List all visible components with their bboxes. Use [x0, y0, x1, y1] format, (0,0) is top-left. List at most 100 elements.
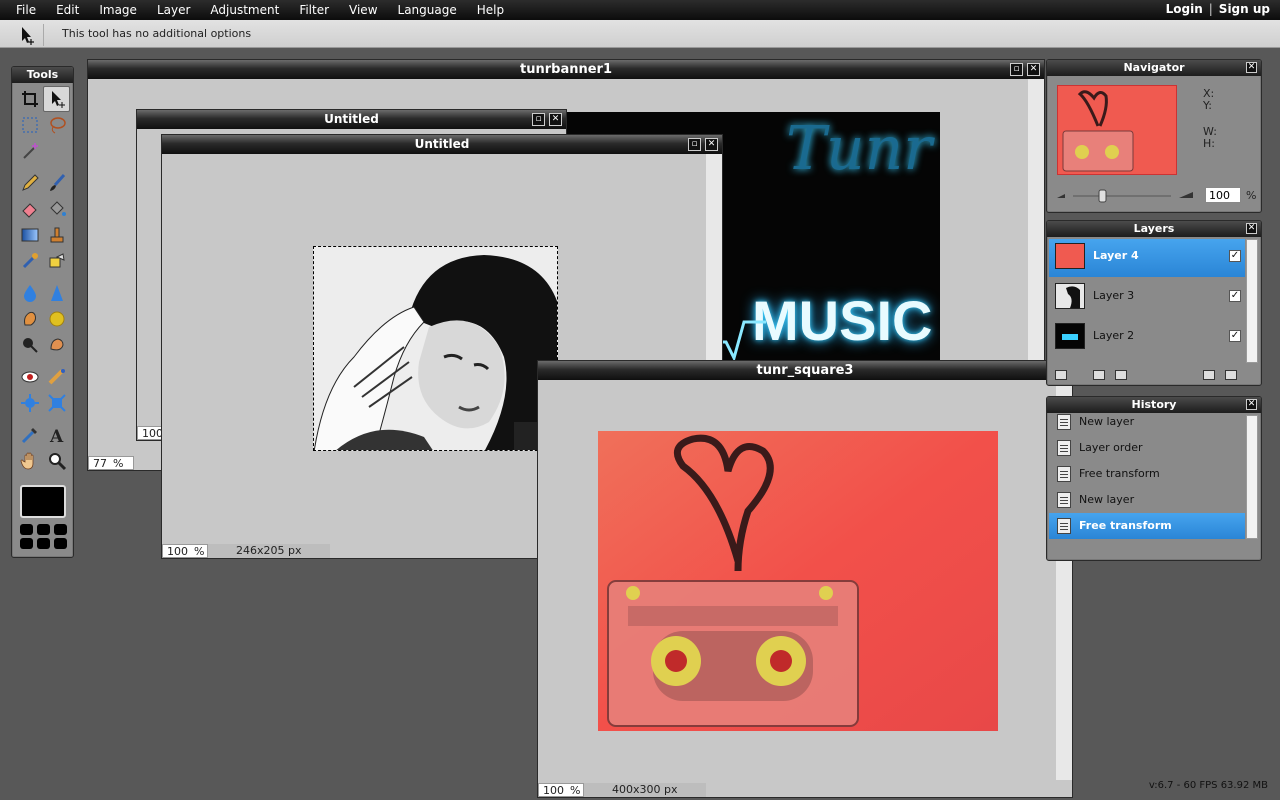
tool-options-bar: This tool has no additional options: [0, 20, 1280, 48]
preset-swatch[interactable]: [54, 524, 67, 535]
foreground-color-swatch[interactable]: [20, 485, 66, 518]
magic-wand-tool-icon[interactable]: [16, 138, 43, 164]
history-step-icon: [1057, 518, 1071, 534]
login-link[interactable]: Login: [1166, 2, 1203, 16]
brush-tool-icon[interactable]: [43, 170, 70, 196]
gradient-tool-icon[interactable]: [16, 222, 43, 248]
layer-settings-icon[interactable]: [1115, 370, 1127, 380]
menu-layer[interactable]: Layer: [147, 3, 200, 17]
smudge-tool-icon[interactable]: [16, 306, 43, 332]
menu-edit[interactable]: Edit: [46, 3, 89, 17]
menu-filter[interactable]: Filter: [289, 3, 339, 17]
history-item[interactable]: Free transform: [1049, 461, 1245, 487]
color-replace-tool-icon[interactable]: [16, 248, 43, 274]
history-scrollbar[interactable]: [1246, 415, 1258, 539]
color-picker-tool-icon[interactable]: [16, 422, 43, 448]
menu-language[interactable]: Language: [388, 3, 467, 17]
preset-swatch[interactable]: [37, 524, 50, 535]
delete-layer-icon[interactable]: [1225, 370, 1237, 380]
layer-row[interactable]: Layer 2 ✓: [1049, 319, 1245, 357]
history-step-icon: [1057, 440, 1071, 456]
document-window-square[interactable]: tunr_square3 ▫ 100% 400x300 px: [537, 360, 1073, 798]
history-item[interactable]: New layer: [1049, 409, 1245, 435]
layer-mask-icon[interactable]: [1093, 370, 1105, 380]
menu-file[interactable]: File: [0, 3, 46, 17]
history-item[interactable]: Free transform: [1049, 513, 1245, 539]
preset-swatch[interactable]: [37, 538, 50, 549]
blur-tool-icon[interactable]: [16, 280, 43, 306]
maximize-button[interactable]: ▫: [532, 113, 545, 126]
layers-title: Layers: [1047, 221, 1261, 237]
close-button[interactable]: ✕: [1246, 62, 1257, 73]
move-tool-icon[interactable]: [43, 86, 70, 112]
history-item[interactable]: Layer order: [1049, 435, 1245, 461]
sharpen-tool-icon[interactable]: [43, 280, 70, 306]
crop-tool-icon[interactable]: [16, 86, 43, 112]
auth-separator: |: [1208, 2, 1213, 16]
svg-text:A: A: [49, 427, 64, 445]
burn-tool-icon[interactable]: [43, 332, 70, 358]
draw-rectangle-tool-icon[interactable]: [43, 248, 70, 274]
menu-image[interactable]: Image: [89, 3, 147, 17]
preset-swatch[interactable]: [20, 538, 33, 549]
eraser-tool-icon[interactable]: [16, 196, 43, 222]
layer-row[interactable]: Layer 3 ✓: [1049, 279, 1245, 317]
paint-bucket-tool-icon[interactable]: [43, 196, 70, 222]
layer-styles-icon[interactable]: [1055, 370, 1067, 380]
version-info: v:6.7 - 60 FPS 63.92 MB: [1148, 780, 1268, 791]
zoom-input[interactable]: [1205, 187, 1241, 203]
visibility-checkbox[interactable]: ✓: [1229, 250, 1241, 262]
sponge-tool-icon[interactable]: [43, 306, 70, 332]
status-bar: 100% 400x300 px: [538, 783, 706, 797]
clone-stamp-tool-icon[interactable]: [43, 222, 70, 248]
layer-row[interactable]: Layer 4 ✓: [1049, 239, 1245, 277]
banner-music-text: MUSIC: [752, 289, 933, 352]
zoom-tool-icon[interactable]: [43, 448, 70, 474]
layer-thumbnail: [1055, 283, 1085, 309]
type-tool-icon[interactable]: A: [43, 422, 70, 448]
spot-heal-tool-icon[interactable]: [43, 364, 70, 390]
signup-link[interactable]: Sign up: [1219, 2, 1270, 16]
visibility-checkbox[interactable]: ✓: [1229, 330, 1241, 342]
window-title[interactable]: Untitled: [162, 135, 722, 154]
lasso-tool-icon[interactable]: [43, 112, 70, 138]
layers-panel: Layers ✕ Layer 4 ✓ Layer 3 ✓ Layer 2 ✓: [1046, 220, 1262, 386]
tool-options-message: This tool has no additional options: [62, 27, 252, 40]
maximize-button[interactable]: ▫: [1010, 63, 1023, 76]
menu-view[interactable]: View: [339, 3, 387, 17]
preset-swatch[interactable]: [20, 524, 33, 535]
maximize-button[interactable]: ▫: [688, 138, 701, 151]
zoom-field[interactable]: 100%: [162, 544, 208, 558]
red-eye-tool-icon[interactable]: [16, 364, 43, 390]
window-title[interactable]: tunr_square3: [538, 361, 1072, 380]
banner-tunr-text: Tunr: [786, 114, 932, 184]
visibility-checkbox[interactable]: ✓: [1229, 290, 1241, 302]
menu-help[interactable]: Help: [467, 3, 514, 17]
navigator-panel: Navigator ✕ X: Y: W: H: %: [1046, 59, 1262, 213]
zoom-field[interactable]: 77%: [88, 456, 134, 470]
marquee-tool-icon[interactable]: [16, 112, 43, 138]
zoom-field[interactable]: 100%: [538, 783, 584, 797]
preset-swatch[interactable]: [54, 538, 67, 549]
window-title[interactable]: tunrbanner1: [88, 60, 1044, 79]
pencil-tool-icon[interactable]: [16, 170, 43, 196]
menu-adjustment[interactable]: Adjustment: [200, 3, 289, 17]
close-button[interactable]: ✕: [549, 113, 562, 126]
close-button[interactable]: ✕: [705, 138, 718, 151]
close-button[interactable]: ✕: [1246, 399, 1257, 410]
bloat-tool-icon[interactable]: [16, 390, 43, 416]
image-size-label: 400x300 px: [584, 783, 706, 797]
new-layer-icon[interactable]: [1203, 370, 1215, 380]
zoom-slider[interactable]: [1055, 186, 1195, 204]
close-button[interactable]: ✕: [1246, 223, 1257, 234]
pinch-tool-icon[interactable]: [43, 390, 70, 416]
hand-tool-icon[interactable]: [16, 448, 43, 474]
dodge-tool-icon[interactable]: [16, 332, 43, 358]
history-item[interactable]: New layer: [1049, 487, 1245, 513]
color-presets: [20, 524, 67, 549]
window-title[interactable]: Untitled: [137, 110, 566, 129]
navigator-thumbnail[interactable]: [1057, 85, 1177, 175]
close-button[interactable]: ✕: [1027, 63, 1040, 76]
layers-scrollbar[interactable]: [1246, 239, 1258, 363]
history-label: Layer order: [1079, 441, 1143, 454]
